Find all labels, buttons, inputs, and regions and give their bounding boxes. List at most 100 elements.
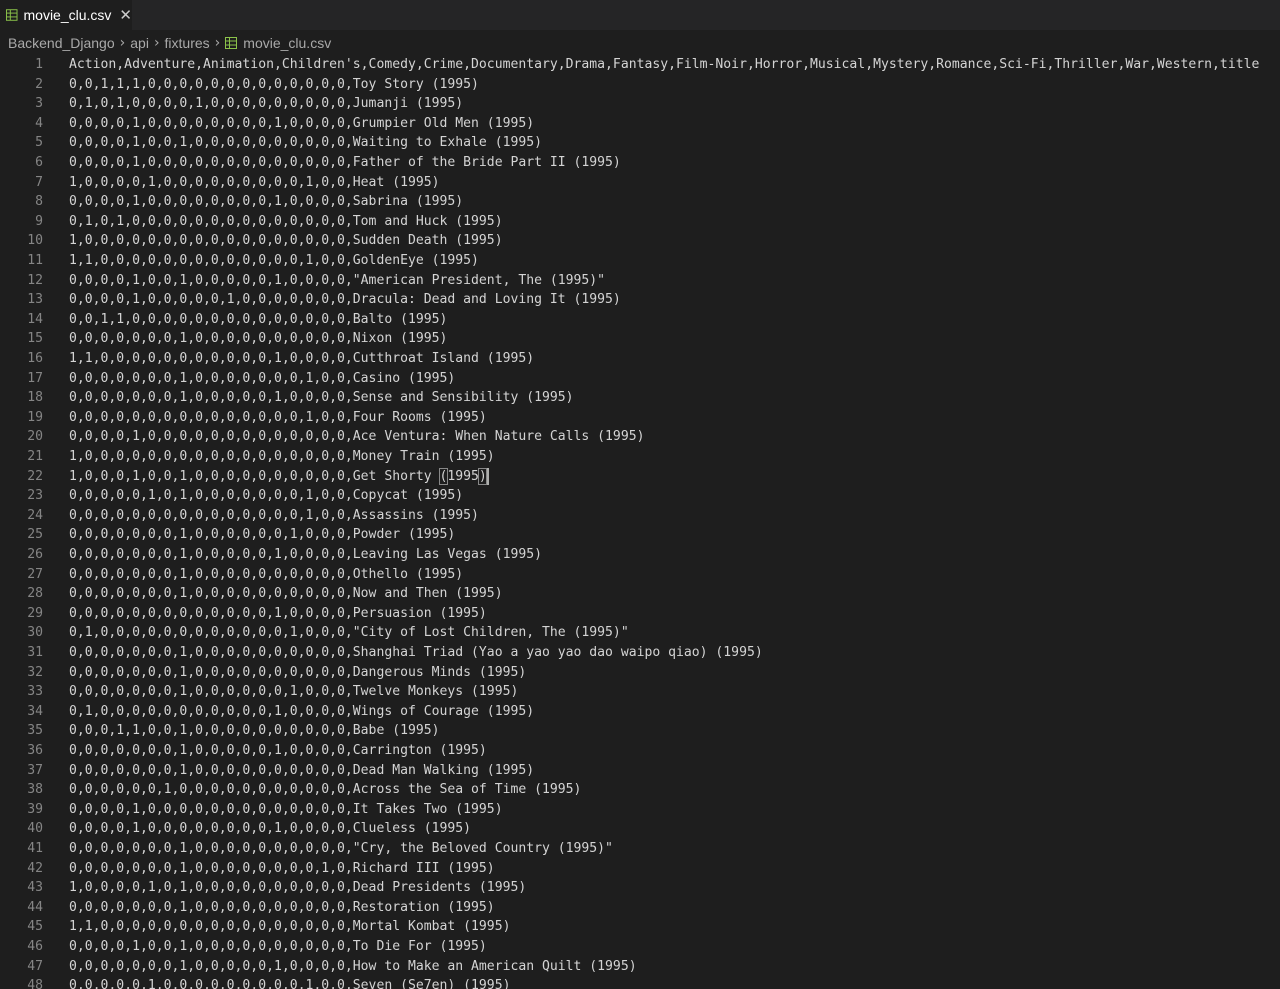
- editor-line[interactable]: 7 1,0,0,0,0,1,0,0,0,0,0,0,0,0,0,1,0,0,Hea…: [0, 173, 1280, 193]
- breadcrumb-item-fixtures[interactable]: fixtures: [165, 35, 210, 51]
- editor-line[interactable]: 10 1,0,0,0,0,0,0,0,0,0,0,0,0,0,0,0,0,0,Su…: [0, 231, 1280, 251]
- line-content[interactable]: 0,0,0,0,0,0,0,1,0,0,0,0,0,0,0,0,0,0,Dang…: [69, 663, 526, 683]
- line-content[interactable]: 0,0,0,0,0,0,0,0,0,0,0,0,0,0,0,1,0,0,Assa…: [69, 506, 479, 526]
- line-content[interactable]: 0,0,0,0,0,0,0,1,0,0,0,0,0,0,1,0,0,0,Powd…: [69, 525, 455, 545]
- editor-line[interactable]: 46 0,0,0,0,1,0,0,1,0,0,0,0,0,0,0,0,0,0,To…: [0, 937, 1280, 957]
- line-content[interactable]: 0,0,0,0,1,0,0,1,0,0,0,0,0,0,0,0,0,0,To D…: [69, 937, 487, 957]
- line-content[interactable]: 0,0,0,0,1,0,0,0,0,0,1,0,0,0,0,0,0,0,Drac…: [69, 290, 621, 310]
- editor-line[interactable]: 26 0,0,0,0,0,0,0,1,0,0,0,0,0,1,0,0,0,0,Le…: [0, 545, 1280, 565]
- line-content[interactable]: 0,0,0,0,1,0,0,1,0,0,0,0,0,1,0,0,0,0,"Ame…: [69, 271, 605, 291]
- editor-line[interactable]: 45 1,1,0,0,0,0,0,0,0,0,0,0,0,0,0,0,0,0,Mo…: [0, 917, 1280, 937]
- line-content[interactable]: 0,1,0,1,0,0,0,0,0,0,0,0,0,0,0,0,0,0,Tom …: [69, 212, 503, 232]
- editor-line[interactable]: 11 1,1,0,0,0,0,0,0,0,0,0,0,0,0,0,1,0,0,Go…: [0, 251, 1280, 271]
- editor-line[interactable]: 40 0,0,0,0,1,0,0,0,0,0,0,0,0,1,0,0,0,0,Cl…: [0, 819, 1280, 839]
- editor-line[interactable]: 37 0,0,0,0,0,0,0,1,0,0,0,0,0,0,0,0,0,0,De…: [0, 761, 1280, 781]
- line-content[interactable]: 0,0,0,0,0,1,0,0,0,0,0,0,0,0,0,1,0,0,Seve…: [69, 976, 510, 989]
- tab-movie-clu-csv[interactable]: movie_clu.csv ✕: [0, 0, 132, 30]
- line-content[interactable]: 0,0,0,1,1,0,0,1,0,0,0,0,0,0,0,0,0,0,Babe…: [69, 721, 440, 741]
- editor-line[interactable]: 21 1,0,0,0,0,0,0,0,0,0,0,0,0,0,0,0,0,0,Mo…: [0, 447, 1280, 467]
- editor-line[interactable]: 35 0,0,0,1,1,0,0,1,0,0,0,0,0,0,0,0,0,0,Ba…: [0, 721, 1280, 741]
- line-content[interactable]: 1,0,0,0,0,0,0,0,0,0,0,0,0,0,0,0,0,0,Sudd…: [69, 231, 503, 251]
- line-content[interactable]: 1,0,0,0,0,1,0,0,0,0,0,0,0,0,0,1,0,0,Heat…: [69, 173, 440, 193]
- editor-line[interactable]: 41 0,0,0,0,0,0,0,1,0,0,0,0,0,0,0,0,0,0,"C…: [0, 839, 1280, 859]
- editor-line[interactable]: 27 0,0,0,0,0,0,0,1,0,0,0,0,0,0,0,0,0,0,Ot…: [0, 565, 1280, 585]
- editor-line[interactable]: 13 0,0,0,0,1,0,0,0,0,0,1,0,0,0,0,0,0,0,Dr…: [0, 290, 1280, 310]
- editor-line[interactable]: 25 0,0,0,0,0,0,0,1,0,0,0,0,0,0,1,0,0,0,Po…: [0, 525, 1280, 545]
- editor-line[interactable]: 47 0,0,0,0,0,0,0,1,0,0,0,0,0,1,0,0,0,0,Ho…: [0, 957, 1280, 977]
- line-content[interactable]: 0,0,0,0,0,0,0,0,0,0,0,0,0,1,0,0,0,0,Pers…: [69, 604, 487, 624]
- line-content[interactable]: 0,0,0,0,0,0,0,1,0,0,0,0,0,0,0,0,0,0,"Cry…: [69, 839, 613, 859]
- editor-line[interactable]: 39 0,0,0,0,1,0,0,0,0,0,0,0,0,0,0,0,0,0,It…: [0, 800, 1280, 820]
- line-content[interactable]: 0,0,0,0,1,0,0,0,0,0,0,0,0,1,0,0,0,0,Sabr…: [69, 192, 463, 212]
- editor-line[interactable]: 48 0,0,0,0,0,1,0,0,0,0,0,0,0,0,0,1,0,0,Se…: [0, 976, 1280, 989]
- editor-line[interactable]: 20 0,0,0,0,1,0,0,0,0,0,0,0,0,0,0,0,0,0,Ac…: [0, 427, 1280, 447]
- line-content[interactable]: 0,0,1,1,0,0,0,0,0,0,0,0,0,0,0,0,0,0,Balt…: [69, 310, 447, 330]
- editor-line[interactable]: 16 1,1,0,0,0,0,0,0,0,0,0,0,0,1,0,0,0,0,Cu…: [0, 349, 1280, 369]
- line-content[interactable]: 0,0,0,0,1,0,0,0,0,0,0,0,0,0,0,0,0,0,It T…: [69, 800, 503, 820]
- editor-line[interactable]: 18 0,0,0,0,0,0,0,1,0,0,0,0,0,1,0,0,0,0,Se…: [0, 388, 1280, 408]
- editor-line[interactable]: 38 0,0,0,0,0,0,1,0,0,0,0,0,0,0,0,0,0,0,Ac…: [0, 780, 1280, 800]
- line-content[interactable]: 0,0,0,0,0,0,0,1,0,0,0,0,0,0,0,1,0,0,Casi…: [69, 369, 455, 389]
- editor-line[interactable]: 36 0,0,0,0,0,0,0,1,0,0,0,0,0,1,0,0,0,0,Ca…: [0, 741, 1280, 761]
- editor-line[interactable]: 17 0,0,0,0,0,0,0,1,0,0,0,0,0,0,0,1,0,0,Ca…: [0, 369, 1280, 389]
- editor-line[interactable]: 9 0,1,0,1,0,0,0,0,0,0,0,0,0,0,0,0,0,0,Tom…: [0, 212, 1280, 232]
- breadcrumb-item-api[interactable]: api: [130, 35, 149, 51]
- line-content[interactable]: 0,1,0,0,0,0,0,0,0,0,0,0,0,0,1,0,0,0,"Cit…: [69, 623, 629, 643]
- close-icon[interactable]: ✕: [119, 6, 132, 24]
- line-content[interactable]: 1,1,0,0,0,0,0,0,0,0,0,0,0,1,0,0,0,0,Cutt…: [69, 349, 534, 369]
- editor-line[interactable]: 32 0,0,0,0,0,0,0,1,0,0,0,0,0,0,0,0,0,0,Da…: [0, 663, 1280, 683]
- line-content[interactable]: 0,0,0,0,0,0,0,1,0,0,0,0,0,0,0,0,0,0,Now …: [69, 584, 503, 604]
- editor-line[interactable]: 42 0,0,0,0,0,0,0,1,0,0,0,0,0,0,0,0,1,0,Ri…: [0, 859, 1280, 879]
- editor-line[interactable]: 1 Action,Adventure,Animation,Children's,C…: [0, 55, 1280, 75]
- code-editor[interactable]: 1 Action,Adventure,Animation,Children's,C…: [0, 55, 1280, 989]
- editor-line[interactable]: 6 0,0,0,0,1,0,0,0,0,0,0,0,0,0,0,0,0,0,Fat…: [0, 153, 1280, 173]
- editor-line[interactable]: 4 0,0,0,0,1,0,0,0,0,0,0,0,0,1,0,0,0,0,Gru…: [0, 114, 1280, 134]
- editor-line[interactable]: 22 1,0,0,0,1,0,0,1,0,0,0,0,0,0,0,0,0,0,Ge…: [0, 467, 1280, 487]
- editor-line[interactable]: 19 0,0,0,0,0,0,0,0,0,0,0,0,0,0,0,1,0,0,Fo…: [0, 408, 1280, 428]
- editor-line[interactable]: 43 1,0,0,0,0,1,0,1,0,0,0,0,0,0,0,0,0,0,De…: [0, 878, 1280, 898]
- line-content[interactable]: 0,0,1,1,1,0,0,0,0,0,0,0,0,0,0,0,0,0,Toy …: [69, 75, 479, 95]
- editor-line[interactable]: 5 0,0,0,0,1,0,0,1,0,0,0,0,0,0,0,0,0,0,Wai…: [0, 133, 1280, 153]
- editor-line[interactable]: 28 0,0,0,0,0,0,0,1,0,0,0,0,0,0,0,0,0,0,No…: [0, 584, 1280, 604]
- breadcrumb-item-backend-django[interactable]: Backend_Django: [8, 35, 115, 51]
- line-content[interactable]: 0,0,0,0,0,0,0,1,0,0,0,0,0,0,1,0,0,0,Twel…: [69, 682, 518, 702]
- line-content[interactable]: 1,0,0,0,0,1,0,1,0,0,0,0,0,0,0,0,0,0,Dead…: [69, 878, 526, 898]
- line-content[interactable]: 0,0,0,0,0,0,0,1,0,0,0,0,0,1,0,0,0,0,Sens…: [69, 388, 574, 408]
- line-content[interactable]: 0,0,0,0,1,0,0,0,0,0,0,0,0,0,0,0,0,0,Fath…: [69, 153, 621, 173]
- line-content[interactable]: 0,0,0,0,1,0,0,1,0,0,0,0,0,0,0,0,0,0,Wait…: [69, 133, 542, 153]
- breadcrumb-item-file[interactable]: movie_clu.csv: [243, 35, 331, 51]
- line-content[interactable]: 0,0,0,0,0,0,0,1,0,0,0,0,0,0,0,0,0,0,Nixo…: [69, 329, 447, 349]
- line-content[interactable]: 1,1,0,0,0,0,0,0,0,0,0,0,0,0,0,1,0,0,Gold…: [69, 251, 479, 271]
- line-content[interactable]: 0,0,0,0,0,0,0,0,0,0,0,0,0,0,0,1,0,0,Four…: [69, 408, 487, 428]
- editor-line[interactable]: 15 0,0,0,0,0,0,0,1,0,0,0,0,0,0,0,0,0,0,Ni…: [0, 329, 1280, 349]
- editor-line[interactable]: 2 0,0,1,1,1,0,0,0,0,0,0,0,0,0,0,0,0,0,Toy…: [0, 75, 1280, 95]
- editor-line[interactable]: 8 0,0,0,0,1,0,0,0,0,0,0,0,0,1,0,0,0,0,Sab…: [0, 192, 1280, 212]
- editor-line[interactable]: 44 0,0,0,0,0,0,0,1,0,0,0,0,0,0,0,0,0,0,Re…: [0, 898, 1280, 918]
- editor-line[interactable]: 31 0,0,0,0,0,0,0,1,0,0,0,0,0,0,0,0,0,0,Sh…: [0, 643, 1280, 663]
- editor-line[interactable]: 30 0,1,0,0,0,0,0,0,0,0,0,0,0,0,1,0,0,0,"C…: [0, 623, 1280, 643]
- line-content[interactable]: 0,0,0,0,0,1,0,1,0,0,0,0,0,0,0,1,0,0,Copy…: [69, 486, 463, 506]
- line-content[interactable]: 0,0,0,0,0,0,0,1,0,0,0,0,0,0,0,0,0,0,Dead…: [69, 761, 534, 781]
- line-content[interactable]: 0,0,0,0,0,0,0,1,0,0,0,0,0,0,0,0,0,0,Othe…: [69, 565, 463, 585]
- line-content[interactable]: 0,0,0,0,0,0,0,1,0,0,0,0,0,1,0,0,0,0,How …: [69, 957, 637, 977]
- line-content[interactable]: 0,0,0,0,0,0,0,1,0,0,0,0,0,0,0,0,0,0,Shan…: [69, 643, 763, 663]
- line-content[interactable]: 0,1,0,1,0,0,0,0,1,0,0,0,0,0,0,0,0,0,Juma…: [69, 94, 463, 114]
- line-content[interactable]: 0,0,0,0,0,0,0,1,0,0,0,0,0,0,0,0,0,0,Rest…: [69, 898, 495, 918]
- editor-line[interactable]: 24 0,0,0,0,0,0,0,0,0,0,0,0,0,0,0,1,0,0,As…: [0, 506, 1280, 526]
- line-content[interactable]: 0,0,0,0,0,0,1,0,0,0,0,0,0,0,0,0,0,0,Acro…: [69, 780, 581, 800]
- line-content[interactable]: 1,1,0,0,0,0,0,0,0,0,0,0,0,0,0,0,0,0,Mort…: [69, 917, 510, 937]
- line-content[interactable]: 0,0,0,0,0,0,0,1,0,0,0,0,0,1,0,0,0,0,Carr…: [69, 741, 487, 761]
- line-content[interactable]: 0,1,0,0,0,0,0,0,0,0,0,0,0,1,0,0,0,0,Wing…: [69, 702, 534, 722]
- editor-line[interactable]: 29 0,0,0,0,0,0,0,0,0,0,0,0,0,1,0,0,0,0,Pe…: [0, 604, 1280, 624]
- line-content[interactable]: Action,Adventure,Animation,Children's,Co…: [69, 55, 1259, 75]
- editor-line[interactable]: 23 0,0,0,0,0,1,0,1,0,0,0,0,0,0,0,1,0,0,Co…: [0, 486, 1280, 506]
- editor-line[interactable]: 12 0,0,0,0,1,0,0,1,0,0,0,0,0,1,0,0,0,0,"A…: [0, 271, 1280, 291]
- line-content[interactable]: 0,0,0,0,1,0,0,0,0,0,0,0,0,1,0,0,0,0,Grum…: [69, 114, 534, 134]
- line-content[interactable]: 1,0,0,0,1,0,0,1,0,0,0,0,0,0,0,0,0,0,Get …: [69, 467, 487, 487]
- line-content[interactable]: 0,0,0,0,0,0,0,1,0,0,0,0,0,0,0,0,1,0,Rich…: [69, 859, 495, 879]
- editor-line[interactable]: 33 0,0,0,0,0,0,0,1,0,0,0,0,0,0,1,0,0,0,Tw…: [0, 682, 1280, 702]
- line-content[interactable]: 0,0,0,0,0,0,0,1,0,0,0,0,0,1,0,0,0,0,Leav…: [69, 545, 542, 565]
- line-content[interactable]: 1,0,0,0,0,0,0,0,0,0,0,0,0,0,0,0,0,0,Mone…: [69, 447, 495, 467]
- line-content[interactable]: 0,0,0,0,1,0,0,0,0,0,0,0,0,1,0,0,0,0,Clue…: [69, 819, 471, 839]
- editor-line[interactable]: 14 0,0,1,1,0,0,0,0,0,0,0,0,0,0,0,0,0,0,Ba…: [0, 310, 1280, 330]
